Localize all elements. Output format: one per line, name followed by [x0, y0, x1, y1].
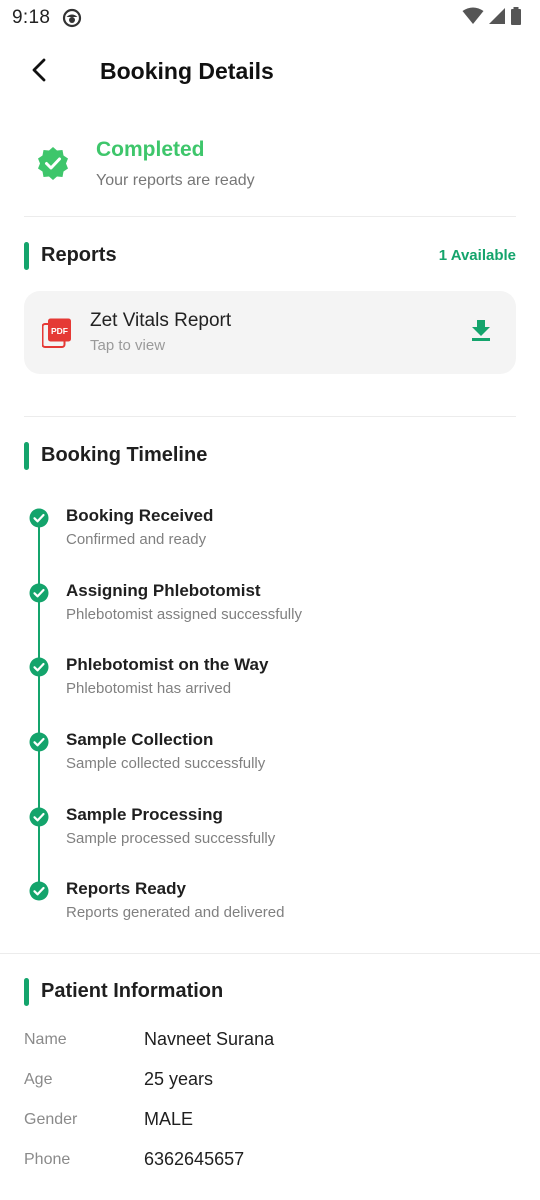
page-title: Booking Details: [100, 58, 274, 84]
reports-section-title: Reports: [41, 244, 117, 266]
report-name: Zet Vitals Report: [90, 310, 232, 331]
status-time: 9:18: [12, 7, 51, 28]
patient-name-row: Name Navneet Surana: [24, 1027, 516, 1057]
signal-icon: [488, 7, 506, 30]
booking-status-card: Completed Your reports are ready: [24, 130, 516, 216]
timeline-step: Phlebotomist on the Way Phlebotomist has…: [24, 647, 516, 707]
step-subtitle: Reports generated and delivered: [66, 904, 285, 921]
step-subtitle: Phlebotomist assigned successfully: [66, 606, 302, 623]
info-label: Name: [24, 1031, 67, 1048]
divider: [24, 216, 516, 217]
wifi-icon: [462, 7, 484, 30]
timeline-section-header: Booking Timeline: [24, 442, 516, 472]
info-value: Navneet Surana: [144, 1029, 275, 1049]
step-complete-check-icon: [29, 583, 49, 603]
step-subtitle: Confirmed and ready: [66, 531, 207, 548]
step-complete-check-icon: [29, 732, 49, 752]
step-complete-check-icon: [29, 508, 49, 528]
info-value: MALE: [144, 1109, 194, 1129]
section-accent-bar: [24, 242, 29, 270]
app-notification-icon: [62, 8, 82, 28]
step-title: Sample Processing: [66, 805, 223, 824]
step-title: Reports Ready: [66, 879, 186, 898]
download-report-button[interactable]: [466, 317, 496, 347]
patient-age-row: Age 25 years: [24, 1067, 516, 1097]
timeline-step: Reports Ready Reports generated and deli…: [24, 871, 516, 931]
booking-status-subtitle: Your reports are ready: [96, 172, 255, 189]
report-hint: Tap to view: [90, 337, 166, 354]
info-label: Phone: [24, 1151, 71, 1168]
battery-icon: [510, 6, 522, 30]
step-title: Booking Received: [66, 506, 214, 525]
patient-section-title: Patient Information: [41, 980, 224, 1002]
step-complete-check-icon: [29, 657, 49, 677]
step-complete-check-icon: [29, 807, 49, 827]
timeline-section-title: Booking Timeline: [41, 444, 208, 466]
timeline-step: Assigning Phlebotomist Phlebotomist assi…: [24, 573, 516, 633]
svg-text:PDF: PDF: [51, 326, 68, 336]
section-accent-bar: [24, 978, 29, 1006]
step-title: Sample Collection: [66, 730, 214, 749]
step-subtitle: Phlebotomist has arrived: [66, 680, 232, 697]
timeline-step: Booking Received Confirmed and ready: [24, 498, 516, 558]
booking-status-title: Completed: [96, 138, 205, 161]
divider: [0, 953, 540, 954]
divider: [24, 416, 516, 417]
step-title: Phlebotomist on the Way: [66, 655, 269, 674]
timeline-step: Sample Collection Sample collected succe…: [24, 722, 516, 782]
patient-gender-row: Gender MALE: [24, 1107, 516, 1137]
report-card[interactable]: PDF Zet Vitals Report Tap to view: [24, 291, 516, 374]
patient-phone-row: Phone 6362645657: [24, 1147, 516, 1177]
step-subtitle: Sample collected successfully: [66, 755, 266, 772]
step-subtitle: Sample processed successfully: [66, 830, 276, 847]
info-value: 25 years: [144, 1069, 214, 1089]
patient-section-header: Patient Information: [24, 978, 516, 1008]
top-app-bar: Booking Details: [0, 44, 540, 104]
pdf-icon: PDF: [41, 318, 72, 348]
reports-available-badge: 1 Available: [438, 247, 516, 264]
booking-timeline: Booking Received Confirmed and ready Ass…: [24, 498, 516, 928]
status-icons: [462, 6, 522, 30]
info-value: 6362645657: [144, 1149, 245, 1169]
download-icon: [471, 319, 491, 346]
verified-check-icon: [36, 146, 70, 180]
step-complete-check-icon: [29, 881, 49, 901]
step-title: Assigning Phlebotomist: [66, 581, 261, 600]
status-bar: 9:18: [0, 0, 540, 36]
reports-section-header: Reports 1 Available: [24, 242, 516, 272]
timeline-step: Sample Processing Sample processed succe…: [24, 797, 516, 857]
info-label: Gender: [24, 1111, 78, 1128]
section-accent-bar: [24, 442, 29, 470]
back-arrow-icon: [30, 58, 50, 87]
info-label: Age: [24, 1071, 53, 1088]
back-button[interactable]: [22, 54, 58, 90]
